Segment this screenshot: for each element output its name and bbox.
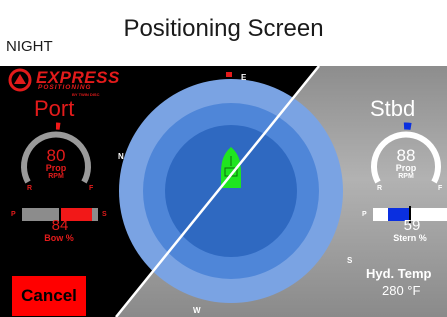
logo-maker: BY TWIN DISC xyxy=(72,92,100,97)
cancel-button[interactable]: Cancel xyxy=(12,276,86,316)
stbd-prop-label: Prop xyxy=(395,163,417,173)
stern-thruster-value: 59 xyxy=(403,217,421,234)
hyd-temp-value: 280 °F xyxy=(382,283,421,298)
port-rpm-unit: RPM xyxy=(48,173,64,180)
bow-thruster-value: 84 xyxy=(51,217,69,234)
compass-east-label: E xyxy=(241,73,247,82)
mode-label: NIGHT xyxy=(6,38,53,55)
logo-subtitle: POSITIONING xyxy=(38,84,92,91)
port-reverse-label: R xyxy=(27,185,33,192)
page-title: Positioning Screen xyxy=(123,15,324,42)
stbd-title: Stbd xyxy=(370,96,416,121)
port-prop-label: Prop xyxy=(45,163,67,173)
express-logo-icon: EXPRESS POSITIONING BY TWIN DISC xyxy=(8,68,119,97)
stbd-forward-label: F xyxy=(438,185,443,192)
port-bar-p-label: P xyxy=(11,211,16,218)
stbd-reverse-label: R xyxy=(377,185,383,192)
compass-south-label: S xyxy=(347,256,353,265)
port-title: Port xyxy=(34,96,75,121)
port-bar-s-label: S xyxy=(102,211,107,218)
stbd-bar-p-label: P xyxy=(362,211,367,218)
positioning-display: N E S W EXPRESS POSITIONING BY TWIN DISC… xyxy=(0,66,447,317)
port-forward-label: F xyxy=(89,185,94,192)
compass-west-label: W xyxy=(193,306,201,315)
stbd-rpm-unit: RPM xyxy=(398,173,414,180)
bow-thruster-label: Bow % xyxy=(44,233,74,243)
stern-thruster-label: Stern % xyxy=(393,233,427,243)
hyd-temp-label: Hyd. Temp xyxy=(366,266,432,281)
logo-emblem xyxy=(8,68,32,92)
compass-north-label: N xyxy=(118,152,124,161)
